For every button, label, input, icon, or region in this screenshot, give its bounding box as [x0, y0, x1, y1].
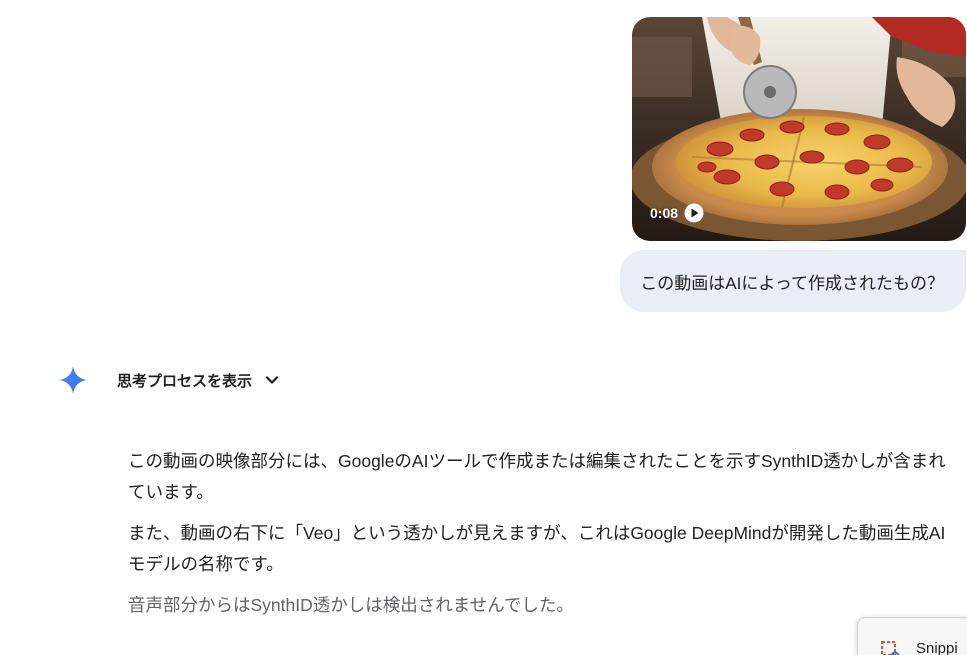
snipping-tool-popup[interactable]: Snippi	[857, 617, 967, 655]
snipping-tool-icon	[880, 640, 902, 655]
user-message-text: この動画はAIによって作成されたもの？	[640, 273, 944, 293]
response-paragraph: また、動画の右下に「Veo」という透かしが見えますが、これはGoogle Dee…	[128, 523, 946, 574]
response-paragraph: この動画の映像部分には、GoogleのAIツールで作成または編集されたことを示す…	[128, 451, 946, 502]
chevron-down-icon	[264, 372, 280, 388]
response-paragraph: 音声部分からはSynthID透かしは検出されませんでした。	[128, 595, 574, 615]
gemini-sparkle-icon	[58, 365, 88, 395]
video-thumbnail[interactable]: 0:08	[632, 17, 966, 241]
snipping-tool-label: Snippi	[916, 640, 958, 655]
chat-page: 0:08 この動画はAIによって作成されたもの？ 思考プロセスを表示 この動画の…	[0, 0, 967, 655]
video-overlay: 0:08	[650, 203, 704, 223]
play-circle-icon[interactable]	[684, 203, 704, 223]
user-message-bubble: この動画はAIによって作成されたもの？	[620, 250, 966, 312]
model-response: この動画の映像部分には、GoogleのAIツールで作成または編集されたことを示す…	[128, 446, 958, 631]
show-thinking-toggle[interactable]: 思考プロセスを表示	[117, 368, 280, 392]
show-thinking-label: 思考プロセスを表示	[117, 372, 253, 390]
video-duration: 0:08	[650, 205, 679, 221]
